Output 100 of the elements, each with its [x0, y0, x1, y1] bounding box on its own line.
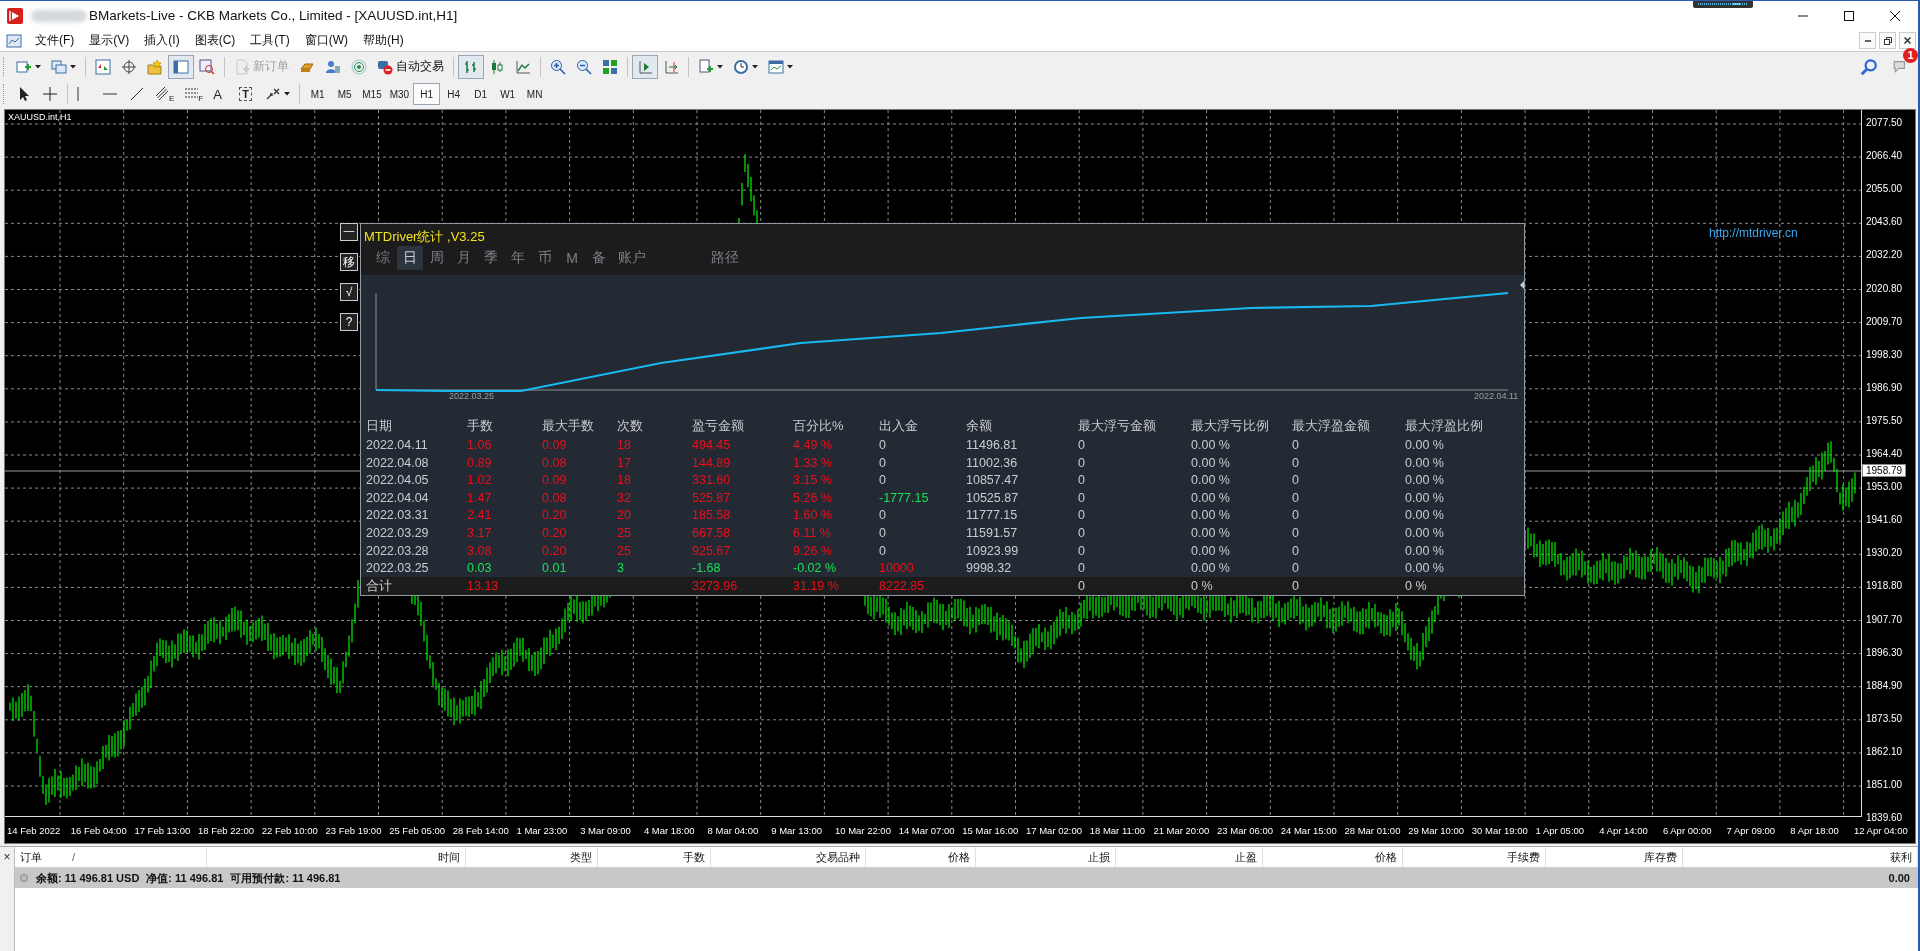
time-axis-label: 7 Apr 09:00 [1726, 824, 1777, 836]
column-header[interactable]: 价格 [1263, 847, 1403, 867]
column-header[interactable]: 止盈 [1116, 847, 1263, 867]
table-cell-text: 0 [879, 473, 887, 488]
time-axis-label: 30 Mar 19:00 [1471, 824, 1529, 836]
time-axis-label: 12 Apr 04:00 [1853, 824, 1909, 836]
blurred-patch [31, 9, 87, 22]
panel-side-button[interactable]: √ [340, 283, 358, 301]
stats-tab[interactable]: 周 [424, 246, 450, 270]
menu-item[interactable]: 插入(I) [137, 32, 187, 49]
stats-tab[interactable]: 年 [505, 246, 531, 270]
column-header[interactable]: 止损 [976, 847, 1116, 867]
channel-tool-button[interactable]: E [150, 82, 180, 106]
stats-tab[interactable]: M [559, 247, 585, 269]
table-cell-text: 2022.04.11 [366, 438, 429, 453]
time-axis-label: 21 Mar 20:00 [1153, 824, 1211, 836]
time-axis-label: 14 Feb 2022 [7, 824, 62, 836]
table-cell-text: 1.60 % [793, 508, 833, 523]
table-cell-text: 0 [1292, 561, 1300, 576]
table-cell-text: 0 [1078, 526, 1086, 540]
panel-side-button[interactable]: 一 [340, 223, 358, 241]
close-button[interactable] [1899, 32, 1916, 49]
table-cell-text: 10923.99 [966, 543, 1020, 558]
table-cell-text: 2022.04.04 [366, 490, 430, 505]
stats-tab[interactable]: 综 [370, 246, 396, 270]
column-header[interactable]: 手数 [598, 847, 711, 867]
collapse-arrow-icon[interactable] [1520, 280, 1524, 289]
column-header[interactable]: 手续费 [1403, 847, 1546, 867]
stats-tab[interactable]: 币 [532, 246, 558, 270]
table-cell-text: -0.02 % [793, 561, 838, 576]
column-header[interactable]: 时间 [207, 847, 466, 867]
table-cell-text: 0.20 [542, 508, 568, 523]
table-cell-text: 1.47 [467, 490, 493, 505]
column-header[interactable]: 获利 [1683, 847, 1918, 867]
stats-tab[interactable]: 备 [586, 246, 612, 270]
search-icon[interactable] [1860, 57, 1878, 76]
timeframe-button[interactable]: M30 [385, 83, 414, 105]
column-header: 盈亏金额 [692, 416, 745, 435]
menu-item[interactable]: 工具(T) [243, 32, 297, 49]
panel-side-button[interactable]: 移 [340, 253, 358, 271]
price-tick-label: 1873.50 [1866, 712, 1903, 724]
timeframe-button[interactable]: W1 [494, 83, 522, 105]
table-cell-text: 3.17 [467, 526, 493, 540]
timeframe-button[interactable]: MN [521, 83, 549, 105]
time-axis-label: 17 Feb 13:00 [134, 824, 192, 836]
table-cell-text: 0 [1078, 543, 1086, 558]
path-tab[interactable]: 路径 [706, 246, 744, 270]
timeframe-button[interactable]: M15 [358, 83, 386, 105]
stats-tab[interactable]: 月 [451, 246, 477, 270]
table-cell-text: 0 [1292, 438, 1300, 453]
autoscroll-button[interactable] [632, 54, 658, 79]
text-tool-button[interactable]: A [208, 82, 235, 106]
menu-item[interactable]: 文件(F) [28, 32, 82, 49]
table-cell-text: 494.45 [692, 438, 732, 453]
timeframe-button[interactable]: M5 [331, 83, 359, 105]
column-header[interactable]: 类型 [466, 847, 598, 867]
restore-button[interactable] [1879, 32, 1896, 49]
table-cell-text: 0.08 [542, 455, 568, 470]
timeframe-button[interactable]: H1 [413, 83, 441, 105]
timeframe-button[interactable]: H4 [440, 83, 468, 105]
table-cell-text: -1.68 [692, 561, 722, 576]
table-cell-text: 18 [617, 473, 632, 488]
menu-item[interactable]: 帮助(H) [356, 32, 411, 49]
table-cell-text: -1777.15 [879, 490, 930, 505]
table-cell-text: 2.41 [467, 508, 493, 523]
price-tick-label: 2020.80 [1866, 282, 1903, 294]
bar-chart-button[interactable] [458, 54, 484, 79]
panel-side-button[interactable]: ? [340, 313, 358, 331]
menu-item[interactable]: 图表(C) [187, 32, 243, 49]
stats-tab[interactable]: 账户 [613, 246, 651, 270]
website-link[interactable]: http://mtdriver.cn [1709, 226, 1798, 240]
menu-item[interactable]: 显示(V) [82, 32, 137, 49]
stats-tab[interactable]: 日 [397, 246, 423, 270]
zoom-in-icon [550, 58, 566, 75]
table-cell-text: 1.06 [467, 438, 493, 453]
status-dot-icon [19, 873, 29, 883]
minimize-button[interactable] [1859, 32, 1876, 49]
profit-value: 0.00 [1888, 872, 1910, 884]
table-cell-text: 925.67 [692, 543, 732, 558]
timeframe-button[interactable]: D1 [467, 83, 495, 105]
price-tick-label: 1851.00 [1866, 779, 1903, 790]
timeframe-button[interactable]: M1 [304, 83, 332, 105]
menu-item[interactable]: 窗口(W) [297, 32, 355, 49]
column-header[interactable]: 订单 / [15, 847, 207, 867]
column-header[interactable]: 交易品种 [711, 847, 866, 867]
column-header[interactable]: 库存费 [1546, 847, 1683, 867]
table-cell-text: 31.19 % [793, 579, 840, 593]
balance-text: 余额: 11 496.81 USD [36, 870, 140, 886]
fibonacci-tool-button[interactable]: F [179, 82, 209, 106]
stats-tab[interactable]: 季 [478, 246, 504, 270]
close-button[interactable]: × [0, 850, 14, 864]
terminal-button[interactable] [168, 54, 194, 79]
table-cell-text: 2022.03.25 [366, 561, 430, 576]
table-cell-text: 0.89 [467, 455, 493, 470]
auto-trading-button[interactable]: 自动交易 [372, 54, 449, 79]
axis-date-label: 2022.03.25 [449, 390, 495, 401]
column-header[interactable]: 价格 [866, 847, 976, 867]
table-cell-text: 20 [617, 508, 632, 523]
text-label-tool-button[interactable]: T [234, 82, 261, 106]
table-cell-text: 10525.87 [966, 490, 1020, 505]
